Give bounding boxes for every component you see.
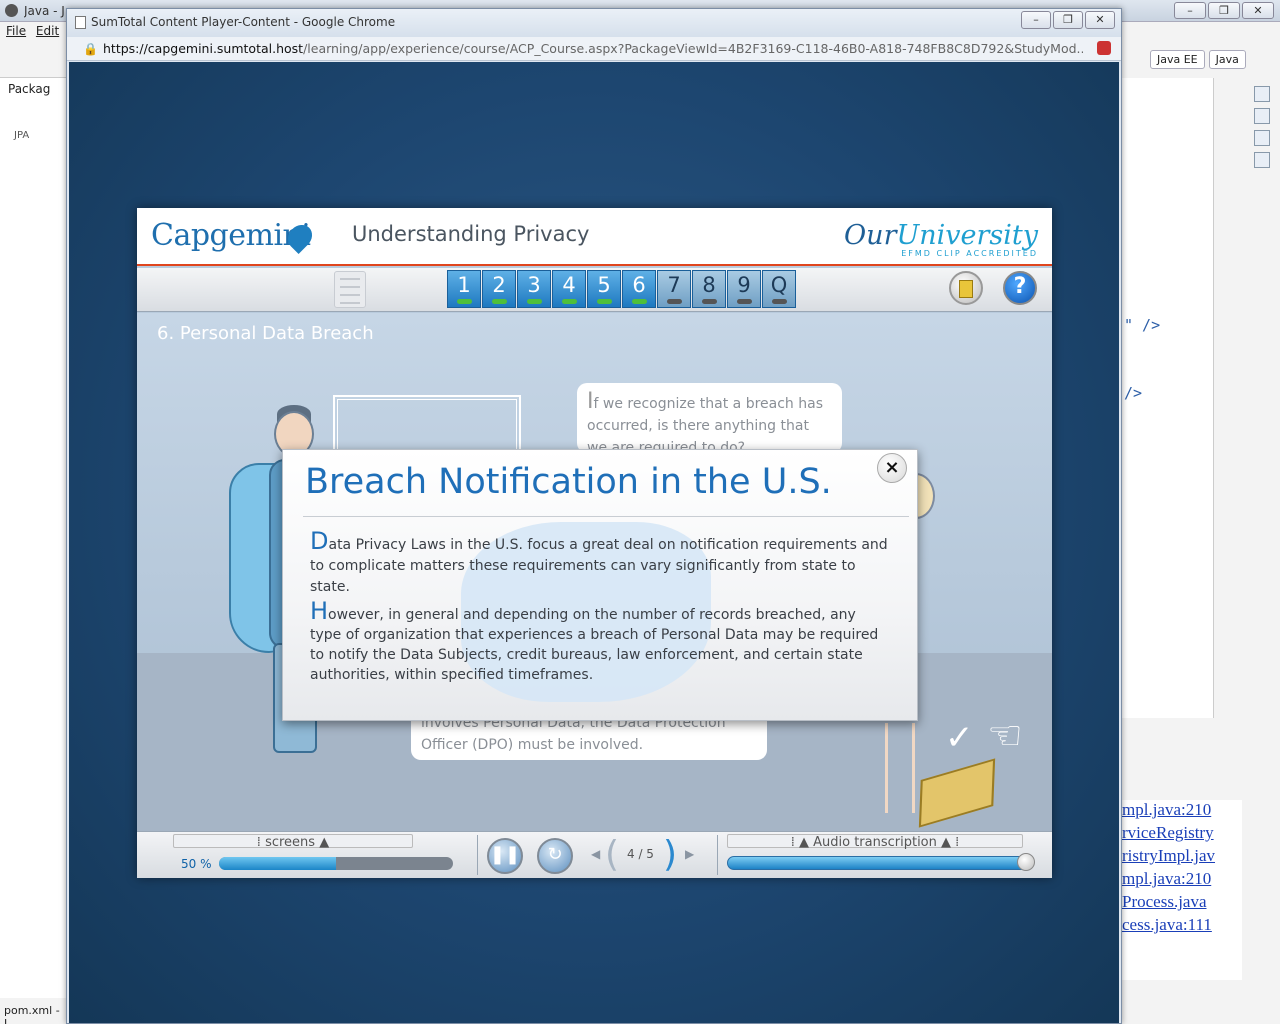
screens-drawer-button[interactable]: ⁞ screens ▲ (173, 834, 413, 850)
pointing-hand-icon[interactable]: ☜ (987, 713, 1023, 759)
page-icon (75, 16, 86, 29)
lock-icon: 🔒 (83, 42, 98, 56)
audio-progress-bar[interactable] (727, 856, 1033, 870)
chapter-button-8[interactable]: 8 (692, 270, 726, 308)
audio-progress-knob[interactable] (1017, 853, 1035, 871)
extension-icon[interactable] (1097, 41, 1111, 55)
checkmark-icon: ✓ (945, 718, 974, 758)
chapter-button-5[interactable]: 5 (587, 270, 621, 308)
pause-button[interactable]: ❚❚ (487, 838, 523, 874)
chapter-status-indicator (772, 299, 787, 304)
chapter-status-indicator (527, 299, 542, 304)
tree-project[interactable]: JPA (14, 130, 29, 141)
chapter-list: 123456789Q (447, 270, 796, 308)
section-title: 6. Personal Data Breach (157, 323, 374, 344)
eclipse-menubar: File Edit (0, 22, 70, 40)
chrome-minimize-button[interactable]: – (1021, 11, 1051, 29)
chapter-status-indicator (597, 299, 612, 304)
url-text[interactable]: https://capgemini.sumtotal.host/learning… (103, 41, 1083, 56)
console-link[interactable]: cess.java:111 (1122, 915, 1242, 938)
chapter-button-1[interactable]: 1 (447, 270, 481, 308)
modal-close-button[interactable]: × (877, 453, 907, 483)
chapter-status-indicator (632, 299, 647, 304)
chapter-button-q[interactable]: Q (762, 270, 796, 308)
eclipse-close-button[interactable]: ✕ (1242, 2, 1274, 19)
chapter-button-4[interactable]: 4 (552, 270, 586, 308)
eclipse-icon (5, 4, 18, 17)
capgemini-logo: Capgemini (151, 218, 311, 253)
chapter-status-indicator (737, 299, 752, 304)
eclipse-minimize-button[interactable]: – (1174, 2, 1206, 19)
chapter-button-3[interactable]: 3 (517, 270, 551, 308)
chapter-nav: 123456789Q ? (137, 268, 1052, 312)
chapter-button-2[interactable]: 2 (482, 270, 516, 308)
restore-view-icon[interactable] (1254, 130, 1270, 146)
table-of-contents-icon[interactable] (334, 271, 366, 308)
previous-button[interactable]: ( (605, 834, 619, 875)
package-explorer: Packag JPA (0, 78, 68, 998)
eclipse-status-bar: pom.xml - J (4, 1004, 60, 1024)
our-university-logo: OurUniversity EFMD CLIP ACCREDITED (844, 220, 1038, 258)
chrome-titlebar: SumTotal Content Player-Content - Google… (67, 9, 1121, 37)
chapter-button-7[interactable]: 7 (657, 270, 691, 308)
chapter-status-indicator (667, 299, 682, 304)
console-link[interactable]: mpl.java:210 (1122, 800, 1242, 823)
side-toolbar (1248, 80, 1276, 200)
course-title: Understanding Privacy (352, 222, 590, 246)
package-explorer-tab[interactable]: Packag (8, 82, 50, 96)
chapter-status-indicator (492, 299, 507, 304)
console-pane: mpl.java:210 rviceRegistry ristryImpl.ja… (1122, 800, 1242, 980)
chrome-maximize-button[interactable]: ❐ (1053, 11, 1083, 29)
page-indicator: 4 / 5 (627, 847, 654, 861)
console-link[interactable]: ristryImpl.jav (1122, 846, 1242, 869)
player-header: Capgemini Understanding Privacy OurUnive… (137, 208, 1052, 266)
breach-notification-modal: Breach Notification in the U.S. × Data P… (282, 449, 918, 721)
chapter-status-indicator (702, 299, 717, 304)
chrome-title: SumTotal Content Player-Content - Google… (91, 15, 396, 29)
progress-percent: 50 % (181, 857, 212, 871)
progress-bar (219, 857, 453, 870)
console-view-icon[interactable] (1254, 152, 1270, 168)
audio-transcription-button[interactable]: ⁞ ▲ Audio transcription ▲ ⁞ (727, 834, 1023, 850)
player-footer: ⁞ screens ▲ 50 % ❚❚ ↻ ◀ ( 4 / 5 ) ▶ ⁞ ▲ … (137, 831, 1052, 878)
console-link[interactable]: Process.java (1122, 892, 1242, 915)
code-snippet: /> (1124, 384, 1143, 402)
console-link[interactable]: rviceRegistry (1122, 823, 1242, 846)
menu-file[interactable]: File (6, 24, 26, 38)
help-button[interactable]: ? (1003, 271, 1037, 305)
perspective-switcher: Java EE Java (1150, 50, 1246, 69)
modal-paragraph-2: However, in general and depending on the… (310, 597, 879, 683)
modal-paragraph-1: Data Privacy Laws in the U.S. focus a gr… (310, 527, 888, 595)
modal-title: Breach Notification in the U.S. (305, 462, 832, 502)
code-snippet: " /> (1124, 316, 1161, 334)
next-arrow-icon[interactable]: ▶ (685, 847, 694, 861)
menu-edit[interactable]: Edit (36, 24, 59, 38)
chapter-button-9[interactable]: 9 (727, 270, 761, 308)
address-bar[interactable]: 🔒 https://capgemini.sumtotal.host/learni… (67, 37, 1121, 61)
eclipse-restore-button[interactable]: ❐ (1208, 2, 1240, 19)
outline-icon[interactable] (1254, 86, 1270, 102)
perspective-java[interactable]: Java (1208, 50, 1246, 69)
console-link[interactable]: mpl.java:210 (1122, 869, 1242, 892)
editor-pane: " /> /> (1122, 78, 1214, 718)
glossary-button[interactable] (949, 271, 983, 305)
eclipse-title: Java - JPA (24, 4, 64, 18)
perspective-java-ee[interactable]: Java EE (1150, 50, 1205, 69)
chrome-close-button[interactable]: ✕ (1085, 11, 1115, 29)
modal-divider (303, 516, 909, 517)
page-navigator: ◀ ( 4 / 5 ) ▶ (591, 834, 695, 875)
replay-button[interactable]: ↻ (537, 838, 573, 874)
eclipse-toolbar (0, 40, 70, 78)
task-list-icon[interactable] (1254, 108, 1270, 124)
chapter-status-indicator (457, 299, 472, 304)
chapter-status-indicator (562, 299, 577, 304)
question-bubble: If we recognize that a breach has occurr… (577, 383, 842, 453)
previous-arrow-icon[interactable]: ◀ (591, 847, 600, 861)
chapter-button-6[interactable]: 6 (622, 270, 656, 308)
next-button[interactable]: ) (663, 834, 677, 875)
